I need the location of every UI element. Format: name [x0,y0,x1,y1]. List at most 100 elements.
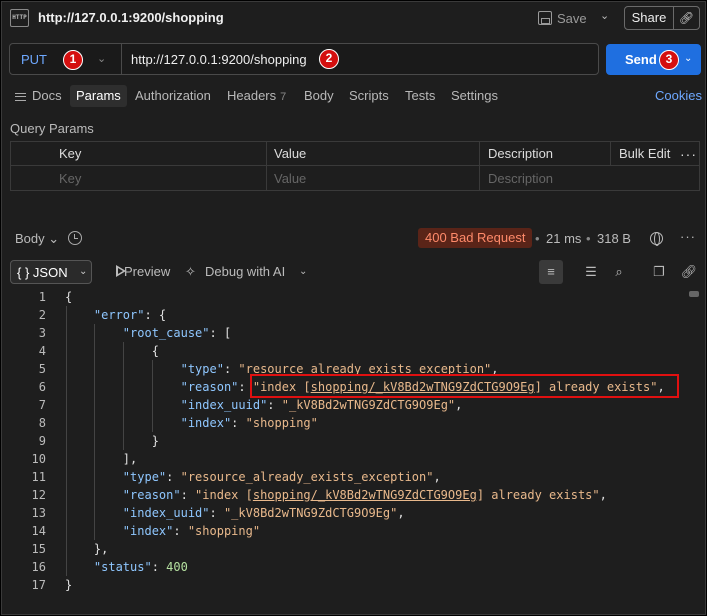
json-punctuation [65,506,123,520]
code-line: 9 } [2,432,692,450]
code-line: 10 ], [2,450,692,468]
json-punctuation: : [267,398,282,412]
response-code-viewer[interactable]: 1{2 "error": {3 "root_cause": [4 {5 "typ… [2,288,705,614]
save-button[interactable]: Save [538,8,587,28]
annotation-badge-2: 2 [319,49,339,69]
more-options-icon[interactable]: ··· [680,142,697,166]
title-bar: HTTP http://127.0.0.1:9200/shopping Save… [2,2,705,34]
app-window: HTTP http://127.0.0.1:9200/shopping Save… [1,1,706,615]
json-punctuation [65,326,123,340]
cookies-link[interactable]: Cookies [655,88,702,103]
url-input[interactable]: http://127.0.0.1:9200/shopping [131,52,307,67]
json-punctuation: : [ [209,326,232,340]
method-select[interactable]: PUT [21,52,47,67]
code-line: 12 "reason": "index [shopping/_kV8Bd2wTN… [2,486,692,504]
tab-settings[interactable]: Settings [451,85,498,107]
line-number: 5 [38,362,46,376]
share-button[interactable]: Share 🔗︎ [624,6,700,30]
save-options-chevron-icon[interactable]: ⌄ [600,9,609,22]
json-punctuation: { [65,344,159,358]
json-string: "_kV8Bd2wTNG9ZdCTG9O9Eg" [281,398,456,412]
json-key: "root_cause" [122,326,210,340]
json-punctuation: : [180,488,196,502]
param-key-input[interactable]: Key [59,167,81,191]
response-size[interactable]: 318 B [597,231,631,246]
method-chevron-down-icon[interactable]: ⌄ [97,52,106,65]
scroll-thumb[interactable] [689,291,699,297]
json-string: "shopping" [245,416,318,430]
filter-icon[interactable]: ☰ [582,263,600,281]
bulk-edit-button[interactable]: Bulk Edit [619,142,670,166]
annotation-badge-1: 1 [63,50,83,70]
json-punctuation: : [151,560,167,574]
tab-tests[interactable]: Tests [405,85,435,107]
code-line: 14 "index": "shopping" [2,522,692,540]
json-key: "reason" [180,380,239,394]
tab-headers[interactable]: Headers 7 [227,85,286,107]
code-line: 3 "root_cause": [ [2,324,692,342]
line-number: 1 [38,290,46,304]
link-icon[interactable]: 🔗︎ [674,11,699,25]
copy-icon[interactable]: ❐ [650,263,668,281]
request-tab-title: http://127.0.0.1:9200/shopping [38,10,224,25]
response-body-dropdown[interactable]: Body ⌄ [15,231,59,247]
code-text: "status": 400 [65,558,188,576]
tab-body[interactable]: Body [304,85,334,107]
format-select[interactable]: { } JSON ⌄ [10,260,92,284]
wrap-lines-icon: ≡ [547,264,555,279]
json-key: "index_uuid" [122,506,210,520]
code-text: "type": "resource_already_exists_excepti… [65,468,441,486]
status-badge[interactable]: 400 Bad Request [418,228,533,248]
request-tabs: Docs Params Authorization Headers 7 Body … [2,85,705,109]
send-button[interactable]: Send ⌄ [606,44,701,75]
vertical-scrollbar[interactable] [687,291,701,613]
json-punctuation [65,470,123,484]
json-number: 400 [166,560,188,574]
debug-with-ai-button[interactable]: Debug with AI [205,264,285,279]
more-options-icon[interactable]: ··· [680,229,696,244]
code-text: "index_uuid": "_kV8Bd2wTNG9ZdCTG9O9Eg", [65,504,405,522]
line-number: 10 [31,452,46,466]
code-line: 11 "type": "resource_already_exists_exce… [2,468,692,486]
highlight-annotation-box [250,374,679,398]
tab-scripts[interactable]: Scripts [349,85,389,107]
chevron-down-icon: ⌄ [79,266,88,277]
preview-button[interactable]: Preview [124,264,170,279]
code-text: { [65,288,72,306]
docs-icon [15,92,26,101]
json-punctuation: : [173,524,188,538]
ai-sparkle-icon: ✧ [185,264,196,279]
send-chevron-down-icon[interactable]: ⌄ [684,53,692,64]
code-line: 2 "error": { [2,306,692,324]
code-text: "reason": "index [shopping/_kV8Bd2wTNG9Z… [65,486,607,504]
code-line: 17} [2,576,692,594]
json-punctuation [65,362,181,376]
share-label: Share [625,7,674,29]
param-description-input[interactable]: Description [488,167,553,191]
json-key: "type" [180,362,224,376]
tab-authorization[interactable]: Authorization [135,85,211,107]
debug-chevron-down-icon[interactable]: ⌄ [299,266,307,277]
json-key: "type" [122,470,167,484]
save-label: Save [557,10,587,26]
link-icon[interactable]: 🔗︎ [680,263,698,281]
tab-params[interactable]: Params [70,85,127,107]
param-value-input[interactable]: Value [274,167,306,191]
query-params-table: Key Value Description Bulk Edit ··· Key … [10,141,700,191]
query-params-label: Query Params [10,121,94,136]
braces-icon: { } [17,265,30,280]
search-icon[interactable]: ⌕ [610,263,628,281]
tab-docs[interactable]: Docs [15,85,62,107]
json-punctuation [65,380,181,394]
meta-separator: • [586,231,591,246]
history-icon[interactable] [68,231,82,245]
response-bar: Body ⌄ 400 Bad Request • 21 ms • 318 B ·… [2,227,705,251]
line-number: 14 [31,524,46,538]
globe-icon[interactable] [650,232,663,246]
response-time[interactable]: 21 ms [546,231,581,246]
send-label: Send [625,52,657,67]
column-header-key: Key [59,146,82,161]
json-punctuation: : [166,470,181,484]
request-bar: PUT ⌄ http://127.0.0.1:9200/shopping [9,43,599,75]
json-punctuation: : { [144,308,167,322]
